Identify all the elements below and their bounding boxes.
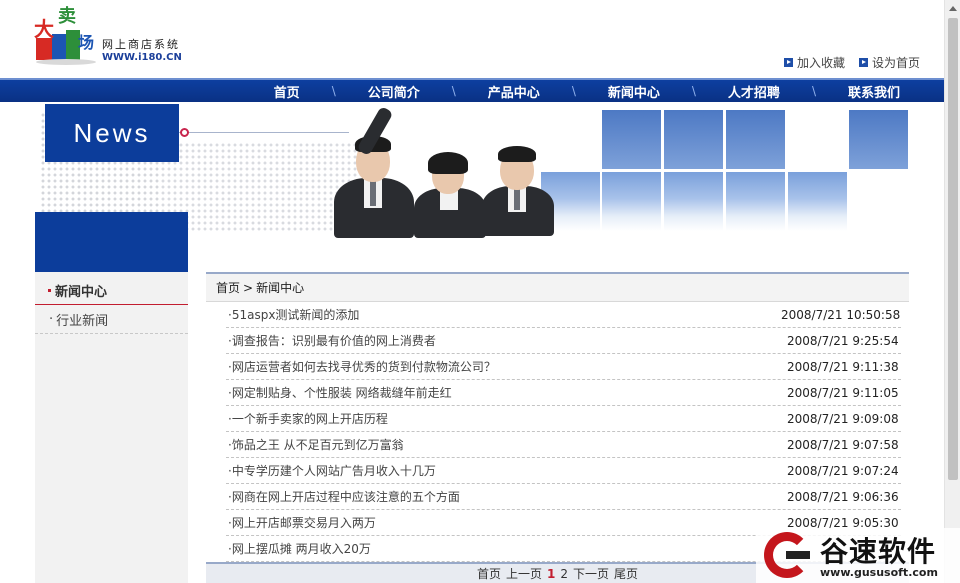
nav-home[interactable]: 首页 <box>272 82 302 101</box>
news-title[interactable]: 中专学历建个人网站广告月收入十几万 <box>226 462 436 479</box>
breadcrumb: 首页 > 新闻中心 <box>206 272 909 302</box>
pager-first[interactable]: 首页 <box>477 565 501 582</box>
banner-tile <box>601 109 662 170</box>
news-title[interactable]: 网店运营者如何去找寻优秀的货到付款物流公司？ <box>226 358 496 375</box>
breadcrumb-home[interactable]: 首页 <box>216 279 240 296</box>
nav-about[interactable]: 公司简介 <box>366 82 422 101</box>
sidebar-item-industry-news[interactable]: 行业新闻 <box>35 305 188 334</box>
nav-separator: \ <box>451 84 456 98</box>
news-date: 2008/7/21 9:11:05 <box>787 385 899 400</box>
logo-mark-icon: 大 卖 场 <box>34 5 96 65</box>
watermark-en: www.gususoft.com <box>820 566 938 579</box>
scroll-up-icon[interactable] <box>945 0 960 16</box>
news-title[interactable]: 网定制贴身、个性服装 网络裁缝年前走红 <box>226 384 452 401</box>
pager-prev[interactable]: 上一页 <box>506 565 542 582</box>
arrow-right-icon <box>858 58 868 67</box>
news-row[interactable]: 饰品之王 从不足百元到亿万富翁 2008/7/21 9:07:58 <box>226 432 901 458</box>
sidebar-item-label: 行业新闻 <box>56 313 109 329</box>
news-date: 2008/7/21 9:07:58 <box>787 437 899 452</box>
news-row[interactable]: 中专学历建个人网站广告月收入十几万 2008/7/21 9:07:24 <box>226 458 901 484</box>
banner-person <box>328 105 418 238</box>
svg-text:场: 场 <box>78 33 94 52</box>
news-row[interactable]: 一个新手卖家的网上开店历程 2008/7/21 9:09:08 <box>226 406 901 432</box>
sidebar-item-news-center[interactable]: 新闻中心 <box>35 276 188 305</box>
top-links: 加入收藏 设为首页 <box>783 54 920 71</box>
news-row[interactable]: 网定制贴身、个性服装 网络裁缝年前走红 2008/7/21 9:11:05 <box>226 380 901 406</box>
banner-tile <box>601 171 662 232</box>
nav-separator: \ <box>331 84 336 98</box>
nav-separator: \ <box>811 84 816 98</box>
news-banner: News <box>0 102 944 272</box>
news-date: 2008/7/21 9:25:54 <box>787 333 899 348</box>
news-title[interactable]: 一个新手卖家的网上开店历程 <box>226 410 388 427</box>
news-date: 2008/7/21 9:09:08 <box>787 411 899 426</box>
banner-line <box>179 132 349 133</box>
banner-tile <box>725 171 786 232</box>
breadcrumb-separator: > <box>243 280 254 295</box>
news-row[interactable]: 51aspx测试新闻的添加 2008/7/21 10:50:58 <box>226 302 901 328</box>
scroll-thumb[interactable] <box>948 18 958 480</box>
banner-tile <box>848 109 909 170</box>
sidebar: 新闻中心 行业新闻 <box>35 272 188 583</box>
set-homepage-label: 设为首页 <box>871 56 920 70</box>
main-navbar: 首页 \ 公司简介 \ 产品中心 \ 新闻中心 \ 人才招聘 \ 联系我们 <box>0 78 944 102</box>
nav-products[interactable]: 产品中心 <box>486 82 542 101</box>
news-badge: News <box>45 104 179 162</box>
banner-person <box>478 142 558 236</box>
set-homepage-link[interactable]: 设为首页 <box>858 54 920 71</box>
vertical-scrollbar[interactable] <box>944 0 960 583</box>
watermark: 谷速软件 www.gususoft.com <box>756 528 960 583</box>
news-date: 2008/7/21 10:50:58 <box>781 307 901 322</box>
add-favorite-label: 加入收藏 <box>796 56 845 70</box>
news-row[interactable]: 网店运营者如何去找寻优秀的货到付款物流公司？ 2008/7/21 9:11:38 <box>226 354 901 380</box>
news-row[interactable]: 网商在网上开店过程中应该注意的五个方面 2008/7/21 9:06:36 <box>226 484 901 510</box>
pager-page-2[interactable]: 2 <box>560 567 568 581</box>
nav-jobs[interactable]: 人才招聘 <box>726 82 782 101</box>
arrow-right-icon <box>783 58 793 67</box>
news-row[interactable]: 调查报告：识别最有价值的网上消费者 2008/7/21 9:25:54 <box>226 328 901 354</box>
watermark-cn: 谷速软件 <box>820 535 937 568</box>
news-list: 51aspx测试新闻的添加 2008/7/21 10:50:58 调查报告：识别最… <box>226 302 901 562</box>
nav-separator: \ <box>571 84 576 98</box>
nav-separator: \ <box>691 84 696 98</box>
banner-blue-panel <box>35 212 188 272</box>
nav-contact[interactable]: 联系我们 <box>846 82 902 101</box>
news-date: 2008/7/21 9:07:24 <box>787 463 899 478</box>
site-logo[interactable]: 大 卖 场 网上商店系统 WWW.i180.CN <box>30 4 200 68</box>
banner-tile <box>725 109 786 170</box>
watermark-logo-bar <box>786 551 810 559</box>
news-title[interactable]: 网商在网上开店过程中应该注意的五个方面 <box>226 488 460 505</box>
logo-url: WWW.i180.CN <box>102 52 182 63</box>
news-title[interactable]: 51aspx测试新闻的添加 <box>226 306 360 323</box>
banner-dot-icon <box>180 128 189 137</box>
pager-last[interactable]: 尾页 <box>614 565 638 582</box>
news-title[interactable]: 网上开店邮票交易月入两万 <box>226 514 376 531</box>
logo-name: 网上商店系统 <box>102 38 180 51</box>
svg-text:大: 大 <box>34 17 54 41</box>
add-favorite-link[interactable]: 加入收藏 <box>783 54 845 71</box>
banner-tile <box>663 171 724 232</box>
news-title[interactable]: 网上摆瓜摊 两月收入20万 <box>226 540 371 557</box>
news-title[interactable]: 调查报告：识别最有价值的网上消费者 <box>226 332 436 349</box>
nav-news[interactable]: 新闻中心 <box>606 82 662 101</box>
banner-tile <box>787 171 848 232</box>
banner-tile <box>663 109 724 170</box>
pager-next[interactable]: 下一页 <box>573 565 609 582</box>
breadcrumb-current: 新闻中心 <box>256 281 305 295</box>
news-date: 2008/7/21 9:11:38 <box>787 359 899 374</box>
news-title[interactable]: 饰品之王 从不足百元到亿万富翁 <box>226 436 404 453</box>
news-date: 2008/7/21 9:06:36 <box>787 489 899 504</box>
svg-text:卖: 卖 <box>58 5 76 27</box>
sidebar-item-label: 新闻中心 <box>55 284 108 300</box>
pager-page-1[interactable]: 1 <box>547 567 555 581</box>
